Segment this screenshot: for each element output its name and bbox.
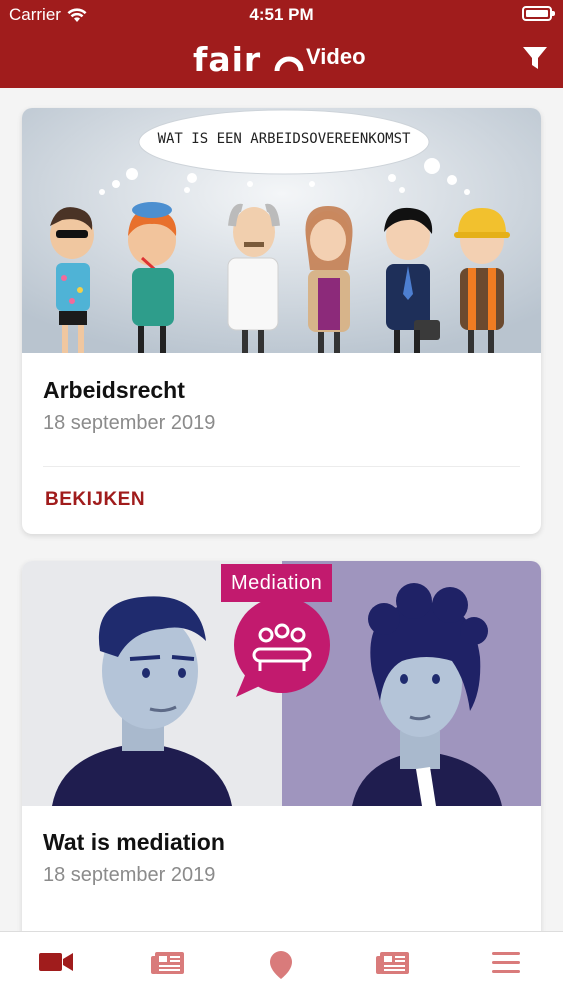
- video-title[interactable]: Arbeidsrecht: [43, 377, 185, 404]
- newspaper-icon: [376, 952, 409, 974]
- video-camera-icon: [39, 953, 73, 971]
- video-thumbnail[interactable]: Mediation: [22, 561, 541, 806]
- tab-locations[interactable]: [225, 932, 337, 1000]
- thought-bubble-text: WAT IS EEN ARBEIDSOVEREENKOMST: [158, 131, 411, 147]
- tab-bar: [0, 931, 563, 1000]
- arbeidsrecht-illustration: WAT IS EEN ARBEIDSOVEREENKOMST: [22, 108, 541, 353]
- app-logo: fair: [193, 40, 304, 79]
- card-divider: [43, 466, 520, 467]
- map-pin-icon: [270, 951, 292, 979]
- tab-articles[interactable]: [337, 932, 449, 1000]
- tab-menu[interactable]: [450, 932, 562, 1000]
- status-bar: Carrier 4:51 PM: [0, 0, 563, 30]
- battery-icon: [522, 6, 555, 21]
- tab-news[interactable]: [112, 932, 224, 1000]
- video-title[interactable]: Wat is mediation: [43, 829, 225, 856]
- tab-video[interactable]: [0, 932, 112, 1000]
- status-time: 4:51 PM: [249, 5, 314, 24]
- top-bar: Carrier 4:51 PM fair Video: [0, 0, 563, 88]
- character-woman: [305, 206, 353, 353]
- video-list[interactable]: WAT IS EEN ARBEIDSOVEREENKOMST Arbeidsre…: [0, 88, 563, 931]
- hamburger-menu-icon: [492, 952, 520, 973]
- logo-arc-icon: [274, 56, 304, 72]
- video-thumbnail[interactable]: WAT IS EEN ARBEIDSOVEREENKOMST: [22, 108, 541, 353]
- newspaper-icon: [151, 952, 184, 974]
- filter-icon[interactable]: [521, 44, 549, 72]
- nav-bar: fair Video: [0, 36, 563, 82]
- video-card[interactable]: WAT IS EEN ARBEIDSOVEREENKOMST Arbeidsre…: [22, 108, 541, 534]
- video-card[interactable]: Mediation Wat is mediation 18 september …: [22, 561, 541, 931]
- category-tag: Mediation: [221, 564, 333, 602]
- video-date: 18 september 2019: [43, 864, 216, 886]
- video-date: 18 september 2019: [43, 412, 216, 434]
- page-title: Video: [306, 44, 366, 69]
- watch-button[interactable]: BEKIJKEN: [45, 489, 145, 511]
